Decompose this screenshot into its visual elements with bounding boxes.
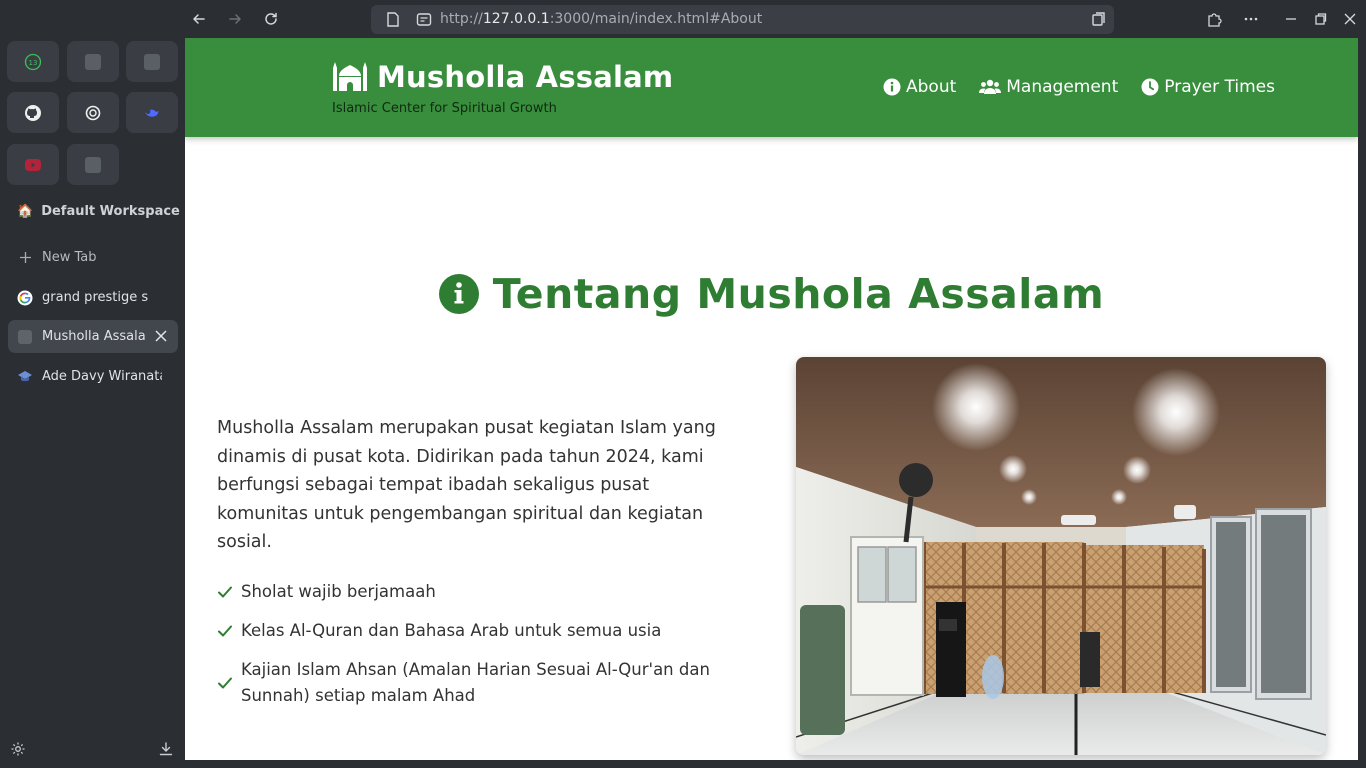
forward-icon[interactable] bbox=[223, 7, 247, 31]
site-brand[interactable]: Musholla Assalam bbox=[332, 60, 673, 94]
close-window-icon[interactable] bbox=[1343, 11, 1357, 27]
address-bar[interactable]: http://127.0.0.1:3000/main/index.html#Ab… bbox=[371, 5, 1114, 34]
chatgpt-icon bbox=[85, 105, 101, 120]
tab-label: grand prestige sawangan bbox=[42, 290, 148, 305]
download-icon[interactable] bbox=[158, 741, 174, 757]
pinned-tab-youtube[interactable] bbox=[7, 144, 59, 185]
placeholder-icon bbox=[85, 156, 101, 173]
nav-management-label: Management bbox=[1006, 77, 1119, 97]
site-tagline: Islamic Center for Spiritual Growth bbox=[332, 101, 557, 116]
page-icon bbox=[387, 12, 399, 27]
nav-prayer-times-label: Prayer Times bbox=[1164, 77, 1275, 97]
pinned-tab-chatgpt[interactable] bbox=[67, 92, 119, 133]
youtube-icon bbox=[25, 158, 41, 171]
pinned-tab-github[interactable] bbox=[7, 92, 59, 133]
browser-toolbar: http://127.0.0.1:3000/main/index.html#Ab… bbox=[185, 0, 1366, 38]
extensions-icon[interactable] bbox=[1206, 11, 1222, 27]
placeholder-icon bbox=[85, 53, 101, 70]
about-paragraph: Musholla Assalam merupakan pusat kegiata… bbox=[217, 418, 716, 552]
nav-prayer-times[interactable]: Prayer Times bbox=[1141, 77, 1275, 97]
clock-icon bbox=[1141, 78, 1159, 96]
feature-text: Sholat wajib berjamaah bbox=[241, 582, 436, 601]
list-item: Kelas Al-Quran dan Bahasa Arab untuk sem… bbox=[217, 618, 737, 644]
list-item: Kajian Islam Ahsan (Amalan Harian Sesuai… bbox=[217, 657, 737, 709]
nav-about-label: About bbox=[906, 77, 957, 97]
placeholder-icon bbox=[144, 53, 160, 70]
nav-management[interactable]: Management bbox=[979, 77, 1118, 97]
pinned-tab-deepseek[interactable] bbox=[126, 92, 178, 133]
back-icon[interactable] bbox=[187, 7, 211, 31]
check-icon bbox=[218, 625, 232, 637]
home-icon: 🏠 bbox=[17, 204, 34, 219]
feature-text: Kelas Al-Quran dan Bahasa Arab untuk sem… bbox=[241, 621, 662, 640]
nav-about[interactable]: About bbox=[883, 77, 956, 97]
section-title: Tentang Mushola Assalam bbox=[492, 270, 1105, 318]
info-circle-icon bbox=[438, 274, 479, 314]
page-scrollbar[interactable] bbox=[1358, 38, 1366, 760]
list-item: Sholat wajib berjamaah bbox=[217, 579, 737, 605]
web-page: Musholla Assalam Islamic Center for Spir… bbox=[185, 38, 1358, 760]
pinned-tab-2[interactable] bbox=[67, 41, 119, 82]
tab-google-search[interactable]: grand prestige sawangan bbox=[8, 281, 178, 314]
page-icon bbox=[17, 329, 33, 345]
svg-text:13: 13 bbox=[29, 59, 38, 67]
deepseek-icon bbox=[145, 109, 159, 117]
main-nav: About Management Prayer Times bbox=[883, 77, 1275, 97]
new-tab-button[interactable]: New Tab bbox=[8, 241, 178, 274]
github-icon bbox=[25, 104, 41, 121]
pinned-tab-6[interactable] bbox=[67, 144, 119, 185]
site-info-icon[interactable] bbox=[416, 12, 432, 27]
url-text: http://127.0.0.1:3000/main/index.html#Ab… bbox=[440, 11, 763, 27]
plus-icon bbox=[17, 250, 33, 266]
tab-musholla-assalam[interactable]: Musholla Assalam bbox=[8, 320, 178, 353]
pinned-tab-3[interactable] bbox=[126, 41, 178, 82]
tab-label: Musholla Assalam bbox=[42, 329, 146, 344]
reload-icon[interactable] bbox=[259, 7, 283, 31]
reader-mode-icon[interactable] bbox=[1091, 12, 1106, 27]
new-tab-label: New Tab bbox=[42, 250, 97, 265]
site-title: Musholla Assalam bbox=[377, 60, 674, 94]
tab-ade-davy-wiranata[interactable]: Ade Davy Wiranata - bbox=[8, 360, 178, 393]
site-header: Musholla Assalam Islamic Center for Spir… bbox=[185, 38, 1358, 137]
info-circle-icon bbox=[883, 78, 901, 96]
google-icon bbox=[17, 290, 33, 306]
minimize-icon[interactable] bbox=[1284, 11, 1298, 27]
browser-sidebar: 13 🏠 Default Workspace New Tab grand pre… bbox=[0, 38, 185, 768]
tab-label: Ade Davy Wiranata - bbox=[42, 369, 162, 384]
menu-dots-icon[interactable] bbox=[1243, 11, 1259, 27]
graduation-cap-icon bbox=[17, 369, 33, 385]
pinned-tab-whatsapp[interactable]: 13 bbox=[7, 41, 59, 82]
restore-icon[interactable] bbox=[1314, 11, 1328, 27]
settings-icon[interactable] bbox=[10, 741, 26, 757]
check-icon bbox=[218, 586, 232, 598]
feature-text: Kajian Islam Ahsan (Amalan Harian Sesuai… bbox=[241, 660, 710, 705]
whatsapp-icon: 13 bbox=[24, 53, 42, 70]
users-icon bbox=[979, 79, 1002, 94]
workspace-label: Default Workspace bbox=[41, 204, 180, 219]
about-section-heading: Tentang Mushola Assalam bbox=[185, 270, 1358, 318]
close-tab-icon[interactable] bbox=[154, 329, 168, 343]
musholla-interior-photo bbox=[796, 357, 1326, 755]
feature-list: Sholat wajib berjamaah Kelas Al-Quran da… bbox=[217, 579, 737, 709]
workspace-selector[interactable]: 🏠 Default Workspace bbox=[17, 204, 180, 219]
check-icon bbox=[218, 677, 232, 689]
mosque-icon bbox=[333, 62, 367, 91]
